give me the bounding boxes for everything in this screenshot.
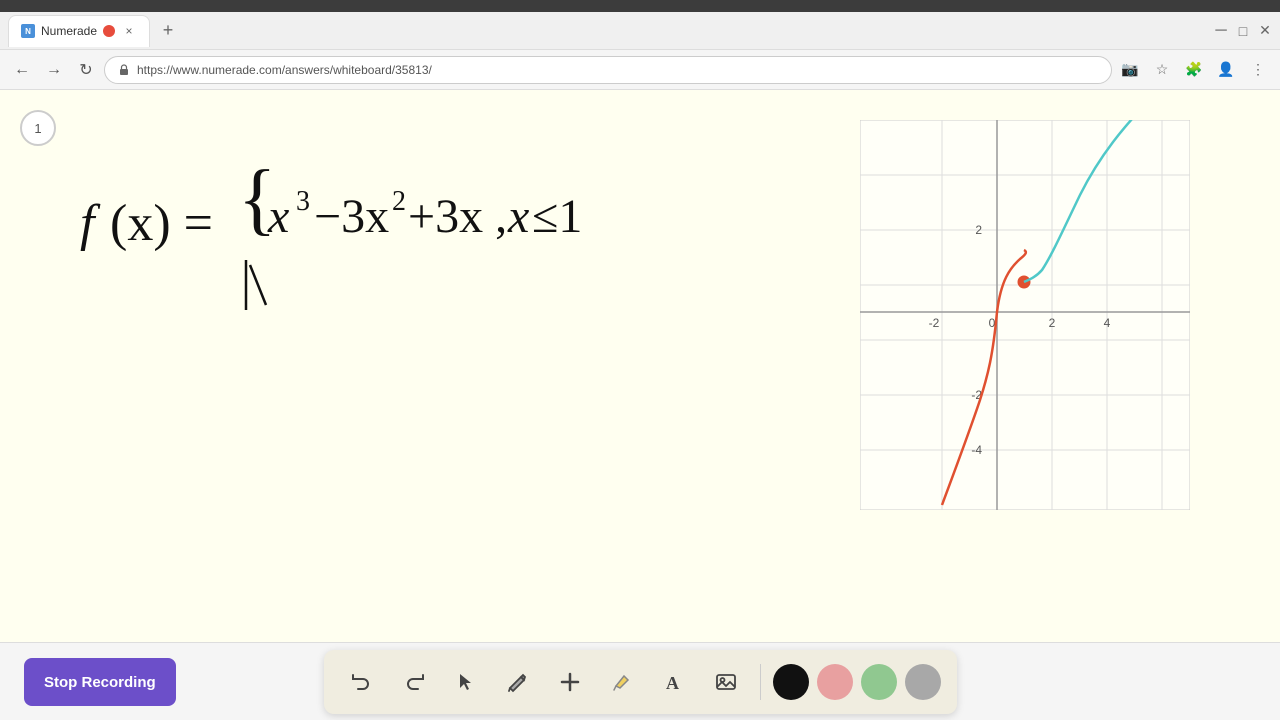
svg-text:−3x: −3x [314,190,389,243]
graph-container: -2 0 2 4 2 -2 -4 [860,120,1190,510]
back-button[interactable]: ← [8,56,36,84]
close-window-button[interactable]: ✕ [1258,24,1272,38]
active-tab[interactable]: N Numerade × [8,15,150,47]
tab-favicon: N [21,24,35,38]
svg-text:+3x ,: +3x , [408,190,507,243]
color-gray[interactable] [905,664,941,700]
svg-text:-4: -4 [971,443,982,457]
toolbar-separator [760,664,761,700]
tab-close-button[interactable]: × [121,23,137,39]
svg-text:≤1: ≤1 [532,190,582,243]
select-tool-button[interactable] [444,660,488,704]
formula-area: f (x) = { x 3 −3x 2 +3x , x ≤1 [70,150,610,335]
forward-button[interactable]: → [40,56,68,84]
formula-svg: f (x) = { x 3 −3x 2 +3x , x ≤1 [70,150,610,330]
color-black[interactable] [773,664,809,700]
refresh-button[interactable]: ↻ [72,56,100,84]
undo-button[interactable] [340,660,384,704]
screen-capture-icon[interactable]: 📷 [1116,56,1144,84]
add-tool-button[interactable] [548,660,592,704]
browser-titlebar: N Numerade × + ─ □ ✕ [0,12,1280,50]
text-tool-button[interactable]: A [652,660,696,704]
svg-text:x: x [507,190,529,243]
tab-title: Numerade [41,24,97,38]
svg-text:f: f [80,195,101,252]
bottom-toolbar: Stop Recording [0,642,1280,720]
svg-text:2: 2 [975,223,982,237]
svg-text:A: A [666,673,679,693]
new-tab-button[interactable]: + [154,17,182,45]
redo-button[interactable] [392,660,436,704]
color-green[interactable] [861,664,897,700]
toolbar-panel: A [324,650,957,714]
svg-text:3: 3 [296,186,310,217]
bookmark-icon[interactable]: ☆ [1148,56,1176,84]
menu-icon[interactable]: ⋮ [1244,56,1272,84]
svg-text:(x) =: (x) = [110,195,213,252]
browser-toolbar: ← → ↻ https://www.numerade.com/answers/w… [0,50,1280,90]
svg-text:x: x [267,190,289,243]
highlighter-tool-button[interactable] [600,660,644,704]
image-tool-button[interactable] [704,660,748,704]
svg-text:-2: -2 [929,316,940,330]
browser-toolbar-icons: 📷 ☆ 🧩 👤 ⋮ [1116,56,1272,84]
recording-dot [103,25,115,37]
pencil-tool-button[interactable] [496,660,540,704]
tab-bar: N Numerade × + [8,15,182,47]
maximize-button[interactable]: □ [1236,24,1250,38]
address-bar[interactable]: https://www.numerade.com/answers/whitebo… [104,56,1112,84]
svg-text:2: 2 [392,186,406,217]
graph-svg: -2 0 2 4 2 -2 -4 [860,120,1190,510]
lock-icon [117,63,131,77]
profile-icon[interactable]: 👤 [1212,56,1240,84]
page-indicator: 1 [20,110,56,146]
svg-text:2: 2 [1049,316,1056,330]
minimize-button[interactable]: ─ [1214,24,1228,38]
stop-recording-button[interactable]: Stop Recording [24,658,176,706]
whiteboard[interactable]: 1 f (x) = { x 3 −3x 2 +3x , x ≤1 [0,90,1280,642]
svg-text:4: 4 [1104,316,1111,330]
color-pink[interactable] [817,664,853,700]
browser-top-bar [0,0,1280,12]
extensions-icon[interactable]: 🧩 [1180,56,1208,84]
url-text: https://www.numerade.com/answers/whitebo… [137,63,432,77]
